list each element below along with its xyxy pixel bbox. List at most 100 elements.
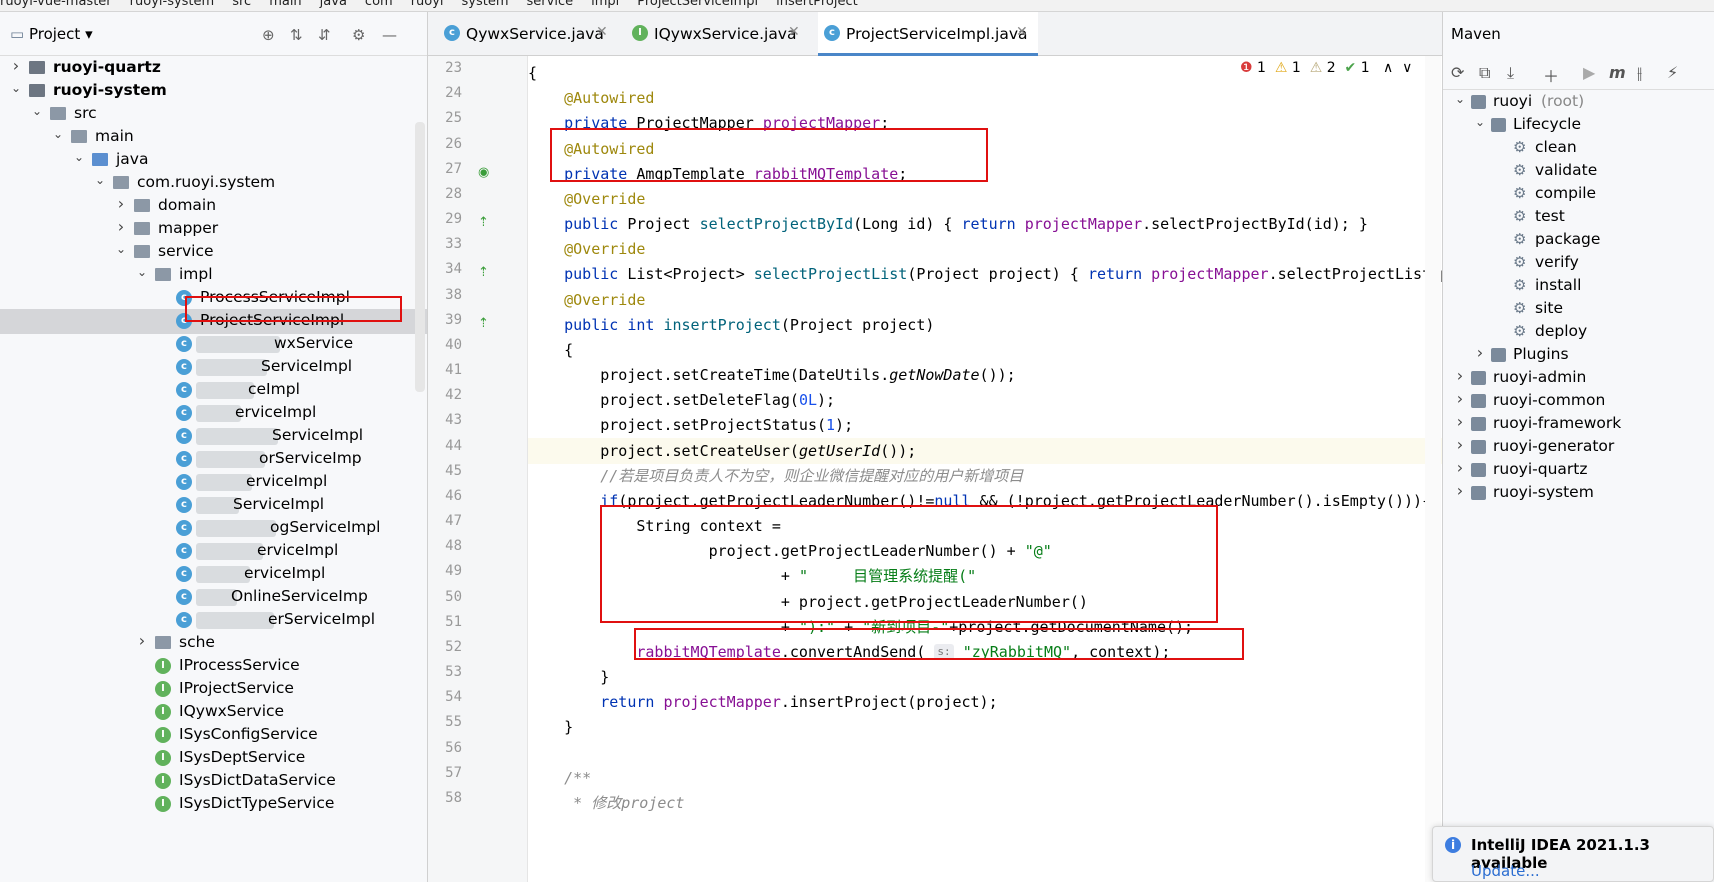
close-icon[interactable]: ✕ bbox=[788, 24, 800, 40]
maven-item[interactable]: › ruoyi-generator bbox=[1443, 435, 1714, 460]
code-line[interactable]: project.setProjectStatus(1); bbox=[528, 412, 1442, 438]
close-icon[interactable]: ✕ bbox=[1016, 24, 1028, 40]
code-line[interactable]: } bbox=[528, 714, 1442, 740]
tree-scrollbar[interactable] bbox=[415, 122, 425, 392]
tree-item[interactable]: › mapper bbox=[0, 217, 427, 242]
tree-item[interactable]: I ISysDeptService bbox=[0, 746, 427, 771]
tree-item[interactable]: c ServiceImpl bbox=[0, 493, 427, 518]
inspection-widget[interactable]: ❶ 1 ⚠ 1 ⚠ 2 ✔ 1 ∧ ∨ bbox=[1240, 60, 1412, 76]
tree-item[interactable]: ⌄ src bbox=[0, 102, 427, 127]
code-line[interactable]: @Override bbox=[528, 236, 1442, 262]
maven-item[interactable]: ⚙ test bbox=[1443, 205, 1714, 230]
maven-item[interactable]: › ruoyi-system bbox=[1443, 481, 1714, 506]
tree-item[interactable]: I IQywxService bbox=[0, 700, 427, 725]
tree-item[interactable]: › ruoyi-quartz bbox=[0, 56, 427, 81]
maven-item[interactable]: ⚙ validate bbox=[1443, 159, 1714, 184]
code-line[interactable]: /** bbox=[528, 765, 1442, 791]
gear-icon[interactable]: ⚙ bbox=[352, 26, 365, 44]
breadcrumb-item[interactable]: insertProject bbox=[776, 0, 858, 9]
maven-item[interactable]: ⚙ site bbox=[1443, 297, 1714, 322]
tree-item[interactable]: c OnlineServiceImp bbox=[0, 585, 427, 610]
tab-projectserviceimpl[interactable]: c ProjectServiceImpl.java ✕ bbox=[818, 12, 1038, 56]
maven-item[interactable]: ⚙ verify bbox=[1443, 251, 1714, 276]
chevron-right-icon[interactable]: › bbox=[135, 631, 149, 650]
code-line[interactable]: } bbox=[528, 664, 1442, 690]
breadcrumb-item[interactable]: ProjectServiceImpl bbox=[637, 0, 758, 9]
locate-icon[interactable]: ⊕ bbox=[262, 26, 275, 44]
tree-item[interactable]: c erviceImpl bbox=[0, 470, 427, 495]
chevron-right-icon[interactable]: › bbox=[1453, 366, 1467, 385]
breadcrumb-item[interactable]: com bbox=[365, 0, 393, 9]
breadcrumb-item[interactable]: java bbox=[320, 0, 347, 9]
code-line[interactable]: project.setCreateTime(DateUtils.getNowDa… bbox=[528, 362, 1442, 388]
tree-item[interactable]: c erviceImpl bbox=[0, 562, 427, 587]
tree-item[interactable]: I ISysDictTypeService bbox=[0, 792, 427, 817]
chevron-down-icon[interactable]: ⌄ bbox=[114, 242, 128, 256]
maven-item[interactable]: › Plugins bbox=[1443, 343, 1714, 368]
tree-item[interactable]: ⌄ ruoyi-system bbox=[0, 79, 427, 104]
chevron-right-icon[interactable]: › bbox=[1453, 389, 1467, 408]
chevron-right-icon[interactable]: › bbox=[1453, 458, 1467, 477]
breadcrumb-item[interactable]: service bbox=[527, 0, 574, 9]
chevron-right-icon[interactable]: › bbox=[1453, 412, 1467, 431]
tree-item[interactable]: I IProjectService bbox=[0, 677, 427, 702]
maven-item[interactable]: ⚙ compile bbox=[1443, 182, 1714, 207]
run-icon[interactable]: ▶ bbox=[1583, 63, 1595, 82]
reload-folder-icon[interactable]: ⧉ bbox=[1479, 63, 1490, 83]
toggle-offline-icon[interactable]: ⫲ bbox=[1637, 63, 1642, 83]
code-line[interactable]: project.setCreateUser(getUserId()); bbox=[528, 437, 1442, 464]
maven-item[interactable]: ⚙ clean bbox=[1443, 136, 1714, 161]
tab-qywxservice[interactable]: c QywxService.java ✕ bbox=[438, 12, 618, 56]
code-line[interactable]: return projectMapper.insertProject(proje… bbox=[528, 689, 1442, 715]
next-highlight-icon[interactable]: ∨ bbox=[1402, 60, 1412, 76]
tree-item[interactable]: c erviceImpl bbox=[0, 539, 427, 564]
maven-item[interactable]: › ruoyi-quartz bbox=[1443, 458, 1714, 483]
code-line[interactable]: //若是项目负责人不为空，则企业微信提醒对应的用户新增项目 bbox=[528, 463, 1442, 489]
reload-icon[interactable]: ⟳ bbox=[1451, 63, 1464, 82]
breadcrumb-item[interactable]: ruoyi-vue-master bbox=[0, 0, 112, 9]
chevron-right-icon[interactable]: › bbox=[1473, 343, 1487, 362]
collapse-all-icon[interactable]: ⇵ bbox=[318, 26, 331, 44]
implements-icon[interactable]: ⇡ bbox=[478, 215, 489, 230]
hide-icon[interactable]: — bbox=[382, 26, 397, 44]
add-icon[interactable]: ＋ bbox=[1543, 63, 1559, 87]
project-view-selector[interactable]: ▭ Project ▾ bbox=[10, 25, 93, 43]
maven-item[interactable]: › ruoyi-common bbox=[1443, 389, 1714, 414]
chevron-right-icon[interactable]: › bbox=[9, 56, 23, 75]
code-editor[interactable]: { @Autowired private ProjectMapper proje… bbox=[528, 56, 1442, 882]
breadcrumb-item[interactable]: ruoyi bbox=[411, 0, 444, 9]
chevron-right-icon[interactable]: › bbox=[114, 217, 128, 236]
code-line[interactable]: * 修改project bbox=[528, 790, 1442, 816]
chevron-right-icon[interactable]: › bbox=[1453, 481, 1467, 500]
tree-item[interactable]: c ogServiceImpl bbox=[0, 516, 427, 541]
implements-icon[interactable]: ⇡ bbox=[478, 265, 489, 280]
tree-item[interactable]: ⌄ service bbox=[0, 240, 427, 265]
breadcrumb-item[interactable]: ruoyi-system bbox=[130, 0, 215, 9]
code-line[interactable]: { bbox=[528, 337, 1442, 363]
chevron-down-icon[interactable]: ⌄ bbox=[135, 265, 149, 279]
implements-icon[interactable]: ⇡ bbox=[478, 316, 489, 331]
code-line[interactable]: @Override bbox=[528, 287, 1442, 313]
tree-item[interactable]: c ceImpl bbox=[0, 378, 427, 403]
tree-item[interactable]: I ISysDictDataService bbox=[0, 769, 427, 794]
chevron-down-icon[interactable]: ⌄ bbox=[9, 81, 23, 95]
maven-item[interactable]: ⚙ package bbox=[1443, 228, 1714, 253]
maven-goal-icon[interactable]: m bbox=[1609, 63, 1626, 82]
code-line[interactable]: project.setDeleteFlag(0L); bbox=[528, 387, 1442, 413]
maven-item[interactable]: › ruoyi-admin bbox=[1443, 366, 1714, 391]
breadcrumb-item[interactable]: system bbox=[462, 0, 509, 9]
maven-item[interactable]: ⌄ ruoyi (root) bbox=[1443, 90, 1714, 115]
chevron-right-icon[interactable]: › bbox=[1453, 435, 1467, 454]
tree-item[interactable]: ⌄ com.ruoyi.system bbox=[0, 171, 427, 196]
code-line[interactable] bbox=[528, 740, 1442, 766]
code-line[interactable]: public List<Project> selectProjectList(P… bbox=[528, 261, 1442, 287]
close-icon[interactable]: ✕ bbox=[596, 24, 608, 40]
code-line[interactable]: @Override bbox=[528, 186, 1442, 212]
code-line[interactable]: public Project selectProjectById(Long id… bbox=[528, 211, 1442, 237]
chevron-down-icon[interactable]: ⌄ bbox=[1453, 92, 1467, 106]
tree-item[interactable]: ⌄ java bbox=[0, 148, 427, 173]
chevron-down-icon[interactable]: ⌄ bbox=[51, 127, 65, 141]
breadcrumb-item[interactable]: impl bbox=[591, 0, 619, 9]
tree-item[interactable]: c orServiceImp bbox=[0, 447, 427, 472]
tab-iqywxservice[interactable]: I IQywxService.java ✕ bbox=[626, 12, 810, 56]
